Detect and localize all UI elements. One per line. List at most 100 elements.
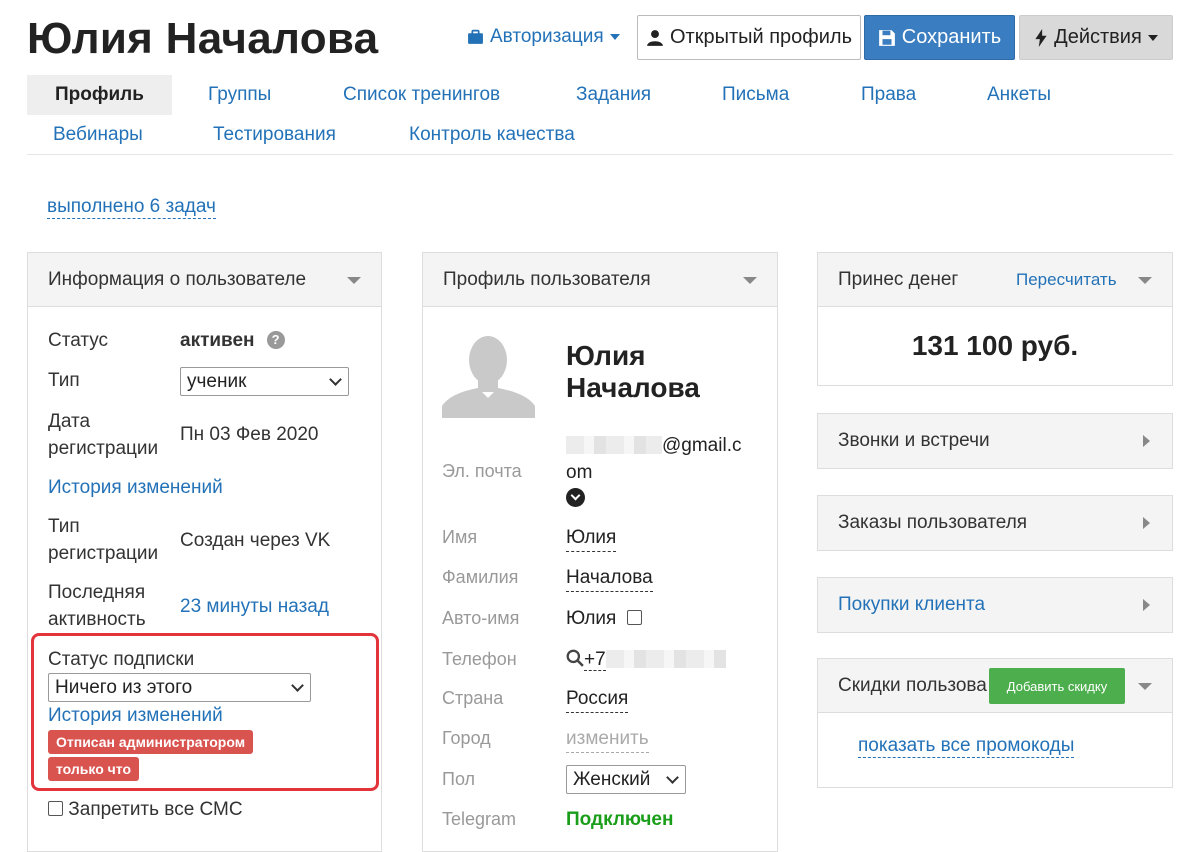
email-redacted xyxy=(566,436,662,454)
first-name-value[interactable]: Юлия xyxy=(566,524,617,552)
auto-name-value: Юлия xyxy=(566,608,617,629)
caret-right-icon xyxy=(1143,517,1150,529)
caret-down-icon[interactable] xyxy=(1138,277,1152,284)
phone-value[interactable]: +7 xyxy=(584,649,606,671)
tab-tasks[interactable]: Задания xyxy=(576,84,651,106)
gender-select-value: Женский xyxy=(573,768,651,790)
tab-quality-control[interactable]: Контроль качества xyxy=(409,124,575,146)
chevron-down-icon xyxy=(329,373,342,386)
tab-trainings[interactable]: Список тренингов xyxy=(343,84,500,106)
calls-header[interactable]: Звонки и встречи xyxy=(818,414,1172,468)
chevron-down-icon xyxy=(666,771,679,784)
tab-profile[interactable]: Профиль xyxy=(27,75,172,115)
status-text: активен xyxy=(180,330,255,351)
reg-date-label-line2: регистрации xyxy=(48,438,159,459)
last-name-value[interactable]: Началова xyxy=(566,564,653,592)
first-name-label: Имя xyxy=(442,527,478,547)
actions-dropdown-button[interactable]: Действия xyxy=(1019,15,1173,60)
gender-select[interactable]: Женский xyxy=(566,765,686,794)
avatar xyxy=(442,328,535,418)
profile-first-name: Юлия xyxy=(566,340,646,371)
caret-down-icon xyxy=(347,277,361,284)
save-label: Сохранить xyxy=(901,26,1002,48)
caret-right-icon xyxy=(1143,599,1150,611)
profile-tabs: Профиль Группы Список тренингов Задания … xyxy=(27,75,1173,155)
tab-rights[interactable]: Права xyxy=(861,84,916,106)
page-title: Юлия Началова xyxy=(27,14,379,63)
status-label: Статус xyxy=(48,330,109,351)
caret-right-icon xyxy=(1143,435,1150,447)
lightning-icon xyxy=(1035,28,1047,47)
type-select[interactable]: ученик xyxy=(180,367,349,396)
caret-down-icon xyxy=(609,34,620,40)
user-profile-title: Профиль пользователя xyxy=(443,268,651,290)
type-label: Тип xyxy=(48,370,80,391)
country-label: Страна xyxy=(442,688,504,708)
last-name-label: Фамилия xyxy=(442,567,519,587)
email-suffix: @gmail.c xyxy=(662,435,742,456)
history-link[interactable]: История изменений xyxy=(48,474,223,501)
last-activity-label-line2: активность xyxy=(48,609,146,630)
auto-name-checkbox[interactable] xyxy=(626,610,642,625)
country-value[interactable]: Россия xyxy=(566,685,629,713)
user-info-header[interactable]: Информация о пользователе xyxy=(28,253,381,307)
orders-panel[interactable]: Заказы пользователя xyxy=(817,495,1173,551)
reg-type-label-line2: регистрации xyxy=(48,543,159,564)
question-circle-icon[interactable]: ? xyxy=(266,331,285,349)
profile-name: Юлия Началова xyxy=(566,340,700,404)
tab-groups[interactable]: Группы xyxy=(208,84,271,106)
tab-testing[interactable]: Тестирования xyxy=(213,124,336,146)
open-profile-button[interactable]: Открытый профиль xyxy=(637,15,861,60)
email-label: Эл. почта xyxy=(442,461,522,481)
orders-header[interactable]: Заказы пользователя xyxy=(818,496,1172,550)
city-edit-link[interactable]: изменить xyxy=(566,725,649,753)
show-promocodes-link[interactable]: показать все промокоды xyxy=(858,735,1075,758)
sms-ban-checkbox[interactable] xyxy=(48,801,63,816)
search-icon[interactable] xyxy=(566,649,584,667)
completed-tasks-link[interactable]: выполнено 6 задач xyxy=(47,196,216,219)
briefcase-icon xyxy=(468,29,483,44)
tab-webinars[interactable]: Вебинары xyxy=(53,124,143,146)
telegram-status: Подключен xyxy=(566,809,674,830)
user-info-title: Информация о пользователе xyxy=(48,268,307,290)
profile-last-name: Началова xyxy=(566,372,700,403)
reg-type-value: Создан через VK xyxy=(180,530,331,551)
auth-label: Авторизация xyxy=(490,26,604,47)
auth-dropdown[interactable]: Авторизация xyxy=(467,26,620,48)
reg-type-label-line1: Тип xyxy=(48,516,80,537)
money-panel: Принес денег Пересчитать xyxy=(817,252,1173,386)
caret-down-icon[interactable] xyxy=(1138,683,1152,690)
user-profile-header[interactable]: Профиль пользователя xyxy=(423,253,777,307)
email-value-line2: om xyxy=(566,462,593,483)
default-avatar-icon xyxy=(442,328,535,418)
add-discount-button[interactable]: Добавить скидку xyxy=(989,668,1125,704)
last-activity-link[interactable]: 23 минуты назад xyxy=(180,593,329,620)
phone-redacted xyxy=(605,650,726,668)
phone-row: +7 xyxy=(566,646,726,673)
floppy-disk-icon xyxy=(878,29,895,46)
calls-title: Звонки и встречи xyxy=(838,430,990,451)
purchases-header[interactable]: Покупки клиента xyxy=(818,578,1172,632)
email-value-line1: @gmail.c xyxy=(566,432,741,459)
purchases-title[interactable]: Покупки клиента xyxy=(838,594,985,616)
telegram-label: Telegram xyxy=(442,809,517,829)
gender-label: Пол xyxy=(442,769,476,789)
reg-date-label-line1: Дата xyxy=(48,411,91,432)
chevron-circle-down-icon[interactable] xyxy=(566,488,585,507)
sms-ban-label: Запретить все СМС xyxy=(68,799,243,820)
recalc-link[interactable]: Пересчитать xyxy=(1016,270,1117,290)
calls-panel[interactable]: Звонки и встречи xyxy=(817,413,1173,469)
auto-name-row: Юлия xyxy=(566,605,642,632)
money-header: Принес денег Пересчитать xyxy=(818,253,1172,307)
orders-title: Заказы пользователя xyxy=(838,512,1028,533)
open-profile-label: Открытый профиль xyxy=(669,26,853,48)
purchases-panel[interactable]: Покупки клиента xyxy=(817,577,1173,633)
subscription-highlight-frame xyxy=(31,633,379,791)
auto-name-label: Авто-имя xyxy=(442,608,520,628)
tab-letters[interactable]: Письма xyxy=(722,84,789,106)
sms-ban-row[interactable]: Запретить все СМС xyxy=(48,796,243,823)
save-button[interactable]: Сохранить xyxy=(864,15,1015,60)
type-select-value: ученик xyxy=(187,370,247,392)
caret-down-icon xyxy=(1147,34,1158,41)
tab-surveys[interactable]: Анкеты xyxy=(987,84,1051,106)
